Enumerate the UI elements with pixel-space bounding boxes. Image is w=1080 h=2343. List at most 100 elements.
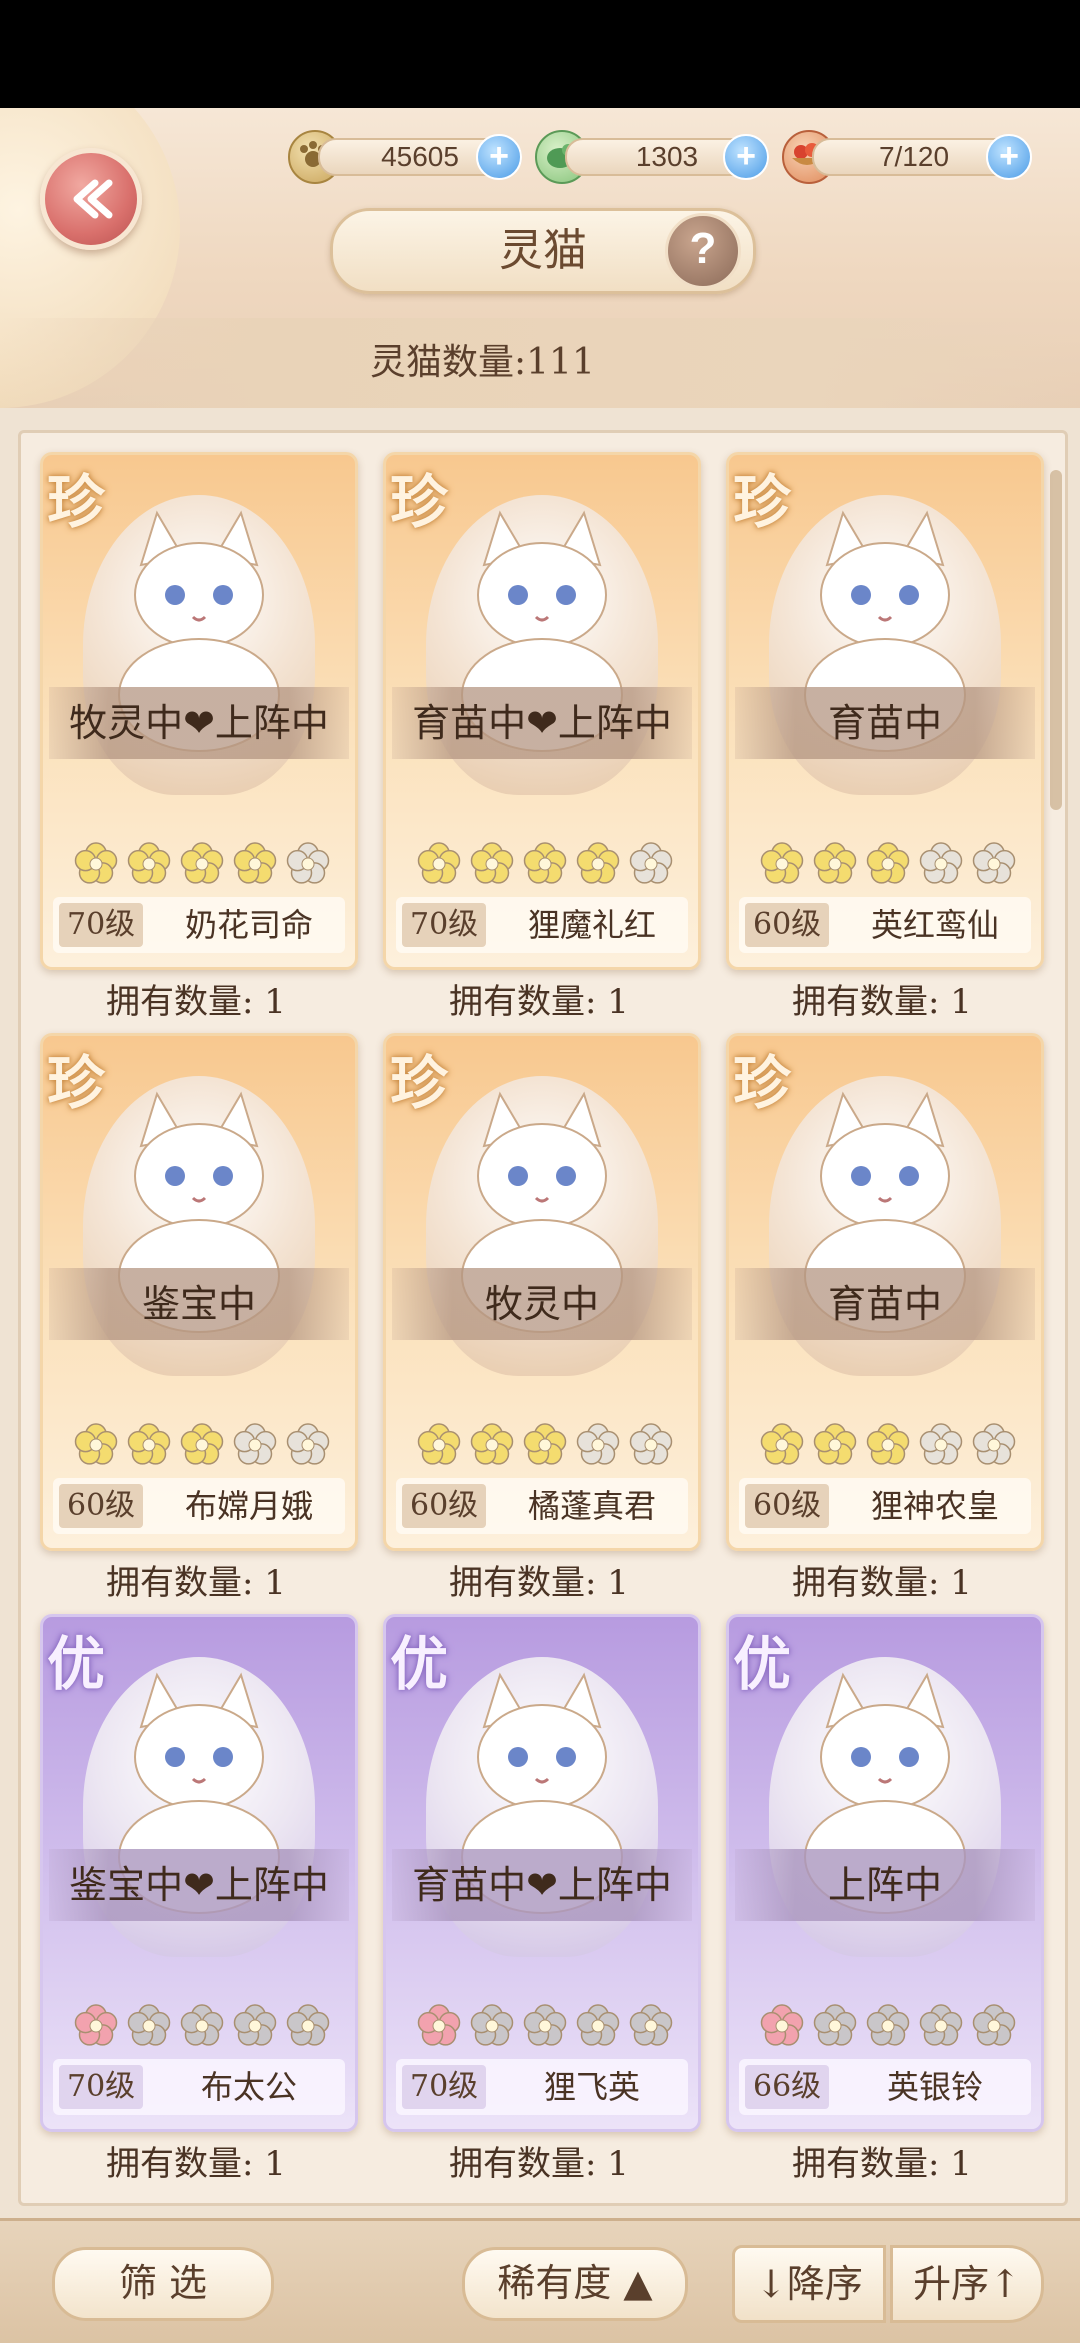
cat-status-label: 鉴宝中❤上阵中	[49, 1849, 349, 1921]
flower-star-filled-icon	[760, 2004, 804, 2046]
cat-level: 70级	[59, 903, 144, 947]
flower-star-filled-icon	[417, 1423, 461, 1465]
flower-star-filled-icon	[760, 842, 804, 884]
cat-nameplate: 66级 英银铃	[739, 2059, 1031, 2115]
flower-star-filled-icon	[180, 1423, 224, 1465]
cat-level: 70级	[402, 2065, 487, 2109]
cat-name: 狸魔礼红	[527, 906, 656, 944]
cat-name: 布太公	[200, 2068, 297, 2106]
cat-level: 70级	[402, 903, 487, 947]
cat-card[interactable]: 珍鉴宝中 60级 布嫦月娥	[40, 1033, 358, 1551]
cat-level: 60级	[745, 1484, 830, 1528]
flower-star-empty-icon	[523, 2004, 567, 2046]
cat-level: 66级	[745, 2065, 830, 2109]
cat-card[interactable]: 珍育苗中 60级 狸神农皇	[726, 1033, 1044, 1551]
cat-card-frame: 珍育苗中 60级 狸神农皇	[726, 1033, 1044, 1551]
star-rating	[71, 2001, 341, 2051]
flower-star-empty-icon	[233, 1423, 277, 1465]
cat-card-frame: 优上阵中 66级 英银铃	[726, 1614, 1044, 2132]
flower-star-empty-icon	[127, 2004, 171, 2046]
cat-nameplate: 60级 英红鸾仙	[739, 897, 1031, 953]
rarity-badge: 珍	[390, 468, 449, 536]
star-rating	[71, 839, 341, 889]
back-button[interactable]	[40, 148, 142, 250]
cat-count-label: 灵猫数量:111	[370, 342, 595, 383]
star-rating	[757, 2001, 1027, 2051]
owned-count-label: 拥有数量: 1	[449, 2144, 629, 2184]
owned-count-label: 拥有数量: 1	[106, 1563, 286, 1603]
cat-status-label: 育苗中❤上阵中	[392, 687, 692, 759]
flower-star-filled-icon	[470, 842, 514, 884]
owned-count-label: 拥有数量: 1	[792, 1563, 972, 1603]
cat-status-label: 上阵中	[735, 1849, 1035, 1921]
cat-nameplate: 70级 狸飞英	[396, 2059, 688, 2115]
owned-count-label: 拥有数量: 1	[792, 2144, 972, 2184]
rarity-badge: 珍	[733, 1049, 792, 1117]
cat-card-frame: 珍牧灵中❤上阵中 70级 奶花司命	[40, 452, 358, 970]
flower-star-filled-icon	[866, 842, 910, 884]
flower-star-filled-icon	[813, 842, 857, 884]
owned-count-label: 拥有数量: 1	[106, 982, 286, 1022]
flower-star-empty-icon	[629, 2004, 673, 2046]
cat-nameplate: 70级 奶花司命	[53, 897, 345, 953]
cat-level: 60级	[59, 1484, 144, 1528]
star-rating	[757, 1420, 1027, 1470]
bottom-bar: 筛 选 稀有度 ▲ ↓降序 升序↑	[0, 2218, 1080, 2343]
rarity-badge: 优	[47, 1630, 106, 1698]
sort-by-rarity-button[interactable]: 稀有度 ▲	[462, 2247, 688, 2321]
flower-star-empty-icon	[629, 842, 673, 884]
flower-star-filled-icon	[813, 1423, 857, 1465]
help-button[interactable]: ?	[665, 213, 741, 289]
cat-name: 奶花司命	[184, 906, 313, 944]
cat-card-frame: 优鉴宝中❤上阵中 70级 布太公	[40, 1614, 358, 2132]
add-paw-coin-button[interactable]: +	[476, 134, 522, 180]
flower-star-empty-icon	[576, 2004, 620, 2046]
filter-button[interactable]: 筛 选	[52, 2247, 274, 2321]
flower-star-filled-icon	[74, 842, 118, 884]
cat-card-frame: 优育苗中❤上阵中 70级 狸飞英	[383, 1614, 701, 2132]
back-arrow-icon	[73, 179, 113, 219]
cat-card[interactable]: 珍育苗中 60级 英红鸾仙	[726, 452, 1044, 970]
flower-star-filled-icon	[417, 842, 461, 884]
flower-star-filled-icon	[180, 842, 224, 884]
flower-star-filled-icon	[866, 1423, 910, 1465]
cat-card[interactable]: 优鉴宝中❤上阵中 70级 布太公	[40, 1614, 358, 2132]
flower-star-empty-icon	[286, 842, 330, 884]
flower-star-filled-icon	[417, 2004, 461, 2046]
flower-star-empty-icon	[576, 1423, 620, 1465]
flower-star-filled-icon	[74, 2004, 118, 2046]
flower-star-empty-icon	[866, 2004, 910, 2046]
cat-status-label: 牧灵中❤上阵中	[49, 687, 349, 759]
flower-star-empty-icon	[813, 2004, 857, 2046]
flower-star-empty-icon	[180, 2004, 224, 2046]
cat-count-bar: 灵猫数量:111	[0, 318, 1080, 408]
flower-star-empty-icon	[233, 2004, 277, 2046]
flower-star-filled-icon	[233, 842, 277, 884]
scrollbar[interactable]	[1050, 470, 1062, 810]
cat-card-frame: 珍育苗中❤上阵中 70级 狸魔礼红	[383, 452, 701, 970]
add-green-bird-button[interactable]: +	[723, 134, 769, 180]
sort-descending-button[interactable]: ↓降序	[732, 2245, 886, 2323]
cat-card[interactable]: 珍育苗中❤上阵中 70级 狸魔礼红	[383, 452, 701, 970]
cat-card[interactable]: 优育苗中❤上阵中 70级 狸飞英	[383, 1614, 701, 2132]
cat-name: 狸神农皇	[870, 1487, 999, 1525]
add-fruit-bowl-button[interactable]: +	[986, 134, 1032, 180]
cat-level: 70级	[59, 2065, 144, 2109]
currency-fruit-bowl: 7/120 +	[782, 130, 1042, 184]
flower-star-empty-icon	[972, 1423, 1016, 1465]
cat-card[interactable]: 优上阵中 66级 英银铃	[726, 1614, 1044, 2132]
rarity-badge: 优	[390, 1630, 449, 1698]
cat-card-frame: 珍鉴宝中 60级 布嫦月娥	[40, 1033, 358, 1551]
cat-name: 布嫦月娥	[184, 1487, 313, 1525]
flower-star-filled-icon	[74, 1423, 118, 1465]
cat-level: 60级	[745, 903, 830, 947]
cat-status-label: 鉴宝中	[49, 1268, 349, 1340]
cat-card[interactable]: 珍牧灵中 60级 橘蓬真君	[383, 1033, 701, 1551]
star-rating	[71, 1420, 341, 1470]
sort-ascending-button[interactable]: 升序↑	[890, 2245, 1044, 2323]
cat-card[interactable]: 珍牧灵中❤上阵中 70级 奶花司命	[40, 452, 358, 970]
currency-green-bird: 1303 +	[535, 130, 775, 184]
flower-star-empty-icon	[286, 2004, 330, 2046]
flower-star-filled-icon	[127, 1423, 171, 1465]
rarity-badge: 珍	[47, 468, 106, 536]
